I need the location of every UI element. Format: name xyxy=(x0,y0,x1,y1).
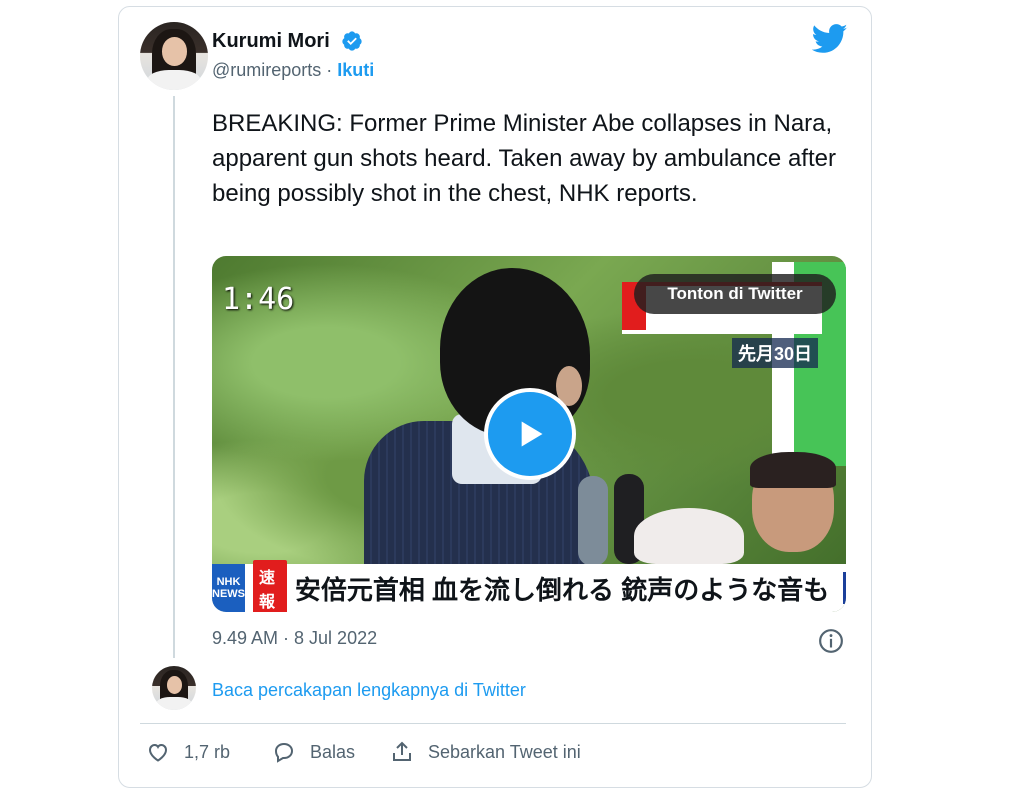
breaking-badge: 速報 xyxy=(253,560,287,612)
author-name[interactable]: Kurumi Mori xyxy=(212,30,330,53)
video-bystander-hair xyxy=(750,452,836,488)
thread-line xyxy=(173,96,175,658)
video-cap xyxy=(634,508,744,564)
conversation-avatar[interactable] xyxy=(152,666,196,710)
divider xyxy=(140,723,846,724)
twitter-bird-icon[interactable] xyxy=(812,24,848,54)
video-player[interactable]: 先月30日 1:46 Tonton di Twitter NHK NEWS 速報… xyxy=(212,256,846,612)
ticker-headline: 安倍元首相 血を流し倒れる 銃声のような音も xyxy=(294,574,830,605)
microphone xyxy=(578,476,608,566)
read-conversation-link[interactable]: Baca percakapan lengkapnya di Twitter xyxy=(212,680,526,701)
share-icon xyxy=(393,741,411,761)
like-button[interactable]: 1,7 rb xyxy=(146,740,230,764)
video-date-tag: 先月30日 xyxy=(732,338,819,368)
play-button[interactable] xyxy=(484,388,576,480)
reply-bubble-icon xyxy=(274,742,294,763)
share-label: Sebarkan Tweet ini xyxy=(428,741,581,762)
author-handle[interactable]: @rumireports xyxy=(212,60,321,80)
author-avatar[interactable] xyxy=(140,22,208,90)
reply-label: Balas xyxy=(310,741,356,762)
verified-badge-icon xyxy=(342,31,362,51)
ticker-end-bar xyxy=(843,572,846,604)
follow-link[interactable]: Ikuti xyxy=(337,60,374,80)
play-icon xyxy=(521,421,543,447)
like-count: 1,7 rb xyxy=(184,741,231,762)
handle-row: @rumireports · Ikuti xyxy=(212,60,374,81)
video-duration: 1:46 xyxy=(222,282,295,317)
reply-button[interactable]: Balas xyxy=(272,740,355,764)
tweet-text: BREAKING: Former Prime Minister Abe coll… xyxy=(212,110,836,207)
info-icon[interactable] xyxy=(818,628,844,654)
tweet-timestamp[interactable]: 9.49 AM · 8 Jul 2022 xyxy=(212,628,377,649)
handle-separator: · xyxy=(321,60,338,80)
watch-on-twitter-button[interactable]: Tonton di Twitter xyxy=(634,274,836,314)
nhk-logo: NHK NEWS xyxy=(212,564,245,612)
news-ticker: NHK NEWS 速報 安倍元首相 血を流し倒れる 銃声のような音も xyxy=(212,560,846,612)
share-button[interactable]: Sebarkan Tweet ini xyxy=(390,740,581,764)
heart-icon xyxy=(148,743,168,762)
